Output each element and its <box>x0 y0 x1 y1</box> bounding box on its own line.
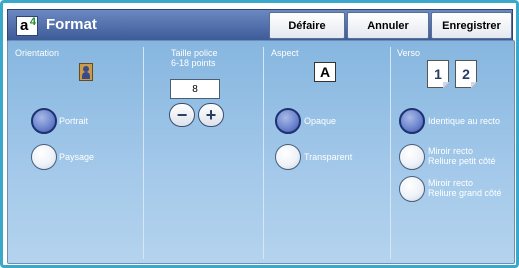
font-size-range: 6-18 points <box>171 58 216 68</box>
column-divider <box>263 47 264 259</box>
opaque-radio[interactable] <box>275 108 301 134</box>
mirror-long-edge-label-2: Reliure grand côté <box>428 188 502 198</box>
portrait-label: Portrait <box>59 116 89 126</box>
portrait-icon <box>79 63 93 81</box>
text-aspect-icon: A <box>314 62 336 82</box>
landscape-radio[interactable] <box>31 144 57 170</box>
same-as-front-label: Identique au recto <box>428 116 501 126</box>
aspect-label: Aspect <box>271 48 299 58</box>
mirror-short-edge-label-2: Reliure petit côté <box>428 156 496 166</box>
orientation-label: Orientation <box>15 48 60 58</box>
landscape-label: Paysage <box>59 152 95 162</box>
format-app-icon: a 4 <box>16 16 38 36</box>
window-title: Format <box>46 16 97 33</box>
mirror-short-edge-radio[interactable] <box>399 144 425 170</box>
cancel-button[interactable]: Annuler <box>347 12 429 39</box>
transparent-radio[interactable] <box>275 144 301 170</box>
page-1-icon: 1 <box>427 60 449 88</box>
verso-label: Verso <box>397 48 421 58</box>
page-2-icon: 2 <box>455 60 477 88</box>
font-size-value: 8 <box>170 79 220 99</box>
save-button[interactable]: Enregistrer <box>431 12 512 39</box>
opaque-label: Opaque <box>304 116 337 126</box>
font-size-label: Taille police <box>171 48 218 58</box>
undo-button[interactable]: Défaire <box>269 12 345 39</box>
column-divider <box>390 47 391 259</box>
mirror-long-edge-radio[interactable] <box>399 176 425 202</box>
same-as-front-radio[interactable] <box>399 108 425 134</box>
portrait-radio[interactable] <box>31 108 57 134</box>
decrement-button[interactable]: − <box>169 103 195 127</box>
increment-button[interactable]: + <box>198 103 224 127</box>
transparent-label: Transparent <box>304 152 353 162</box>
column-divider <box>143 47 144 259</box>
